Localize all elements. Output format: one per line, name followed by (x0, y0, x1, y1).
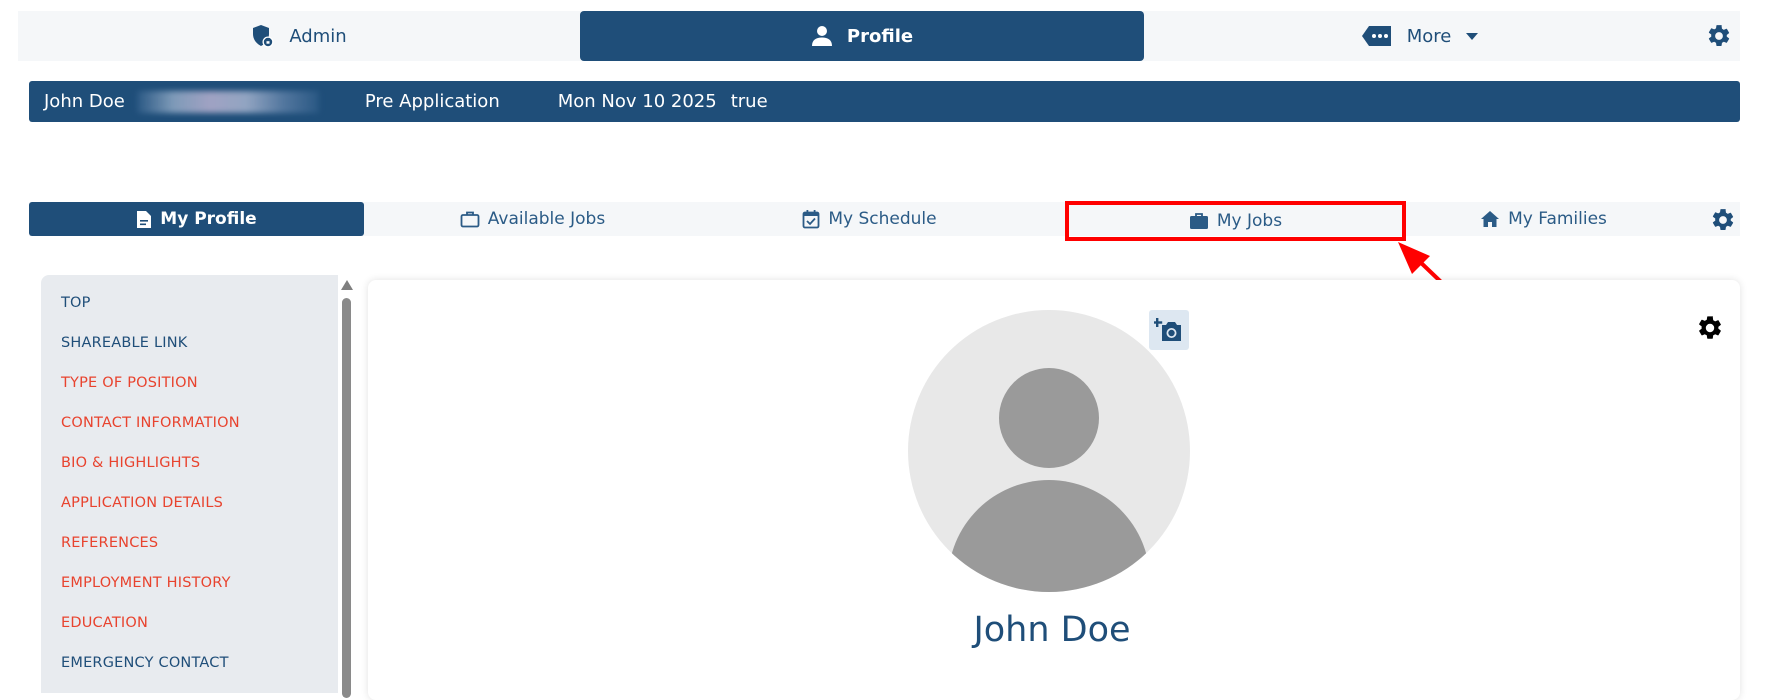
section-link-application-details[interactable]: APPLICATION DETAILS (61, 493, 240, 533)
scroll-up-arrow-icon[interactable] (341, 280, 353, 290)
tab-my-families[interactable]: My Families (1402, 202, 1685, 236)
nav-tab-profile[interactable]: Profile (580, 11, 1144, 61)
nav-tab-more[interactable]: More (1144, 11, 1696, 61)
avatar-head (999, 368, 1099, 468)
avatar-body (948, 480, 1150, 592)
briefcase-outline-icon (460, 211, 480, 228)
tab-my-schedule-label: My Schedule (828, 209, 937, 229)
section-link-references[interactable]: REFERENCES (61, 533, 240, 573)
tab-available-jobs-label: Available Jobs (487, 209, 606, 229)
section-link-employment-history[interactable]: EMPLOYMENT HISTORY (61, 573, 240, 613)
section-list: TOP SHAREABLE LINK TYPE OF POSITION CONT… (61, 293, 240, 693)
section-link-top[interactable]: TOP (61, 293, 240, 333)
section-link-shareable-link[interactable]: SHAREABLE LINK (61, 333, 240, 373)
add-photo-icon (1154, 318, 1181, 341)
section-link-education[interactable]: EDUCATION (61, 613, 240, 653)
nav-tab-admin[interactable]: Admin (18, 11, 580, 61)
section-link-emergency-contact[interactable]: EMERGENCY CONTACT (61, 653, 240, 693)
profile-card: John Doe (368, 280, 1740, 700)
applicant-name: John Doe (44, 91, 125, 112)
applicant-info-bar: John Doe Pre Application Mon Nov 10 2025… (29, 81, 1740, 122)
document-icon (137, 210, 152, 228)
house-icon (1481, 211, 1500, 227)
sidebar-scrollbar[interactable] (340, 278, 354, 698)
application-stage: Pre Application (364, 91, 500, 112)
briefcase-icon (1189, 213, 1208, 229)
upload-photo-button[interactable] (1149, 310, 1189, 350)
shield-icon (253, 25, 274, 48)
profile-sub-navigation: My Profile Available Jobs My Schedule My… (29, 201, 1740, 241)
application-date: Mon Nov 10 2025 (557, 91, 717, 112)
tab-my-schedule[interactable]: My Schedule (701, 202, 1038, 236)
top-navigation: Admin Profile More (18, 11, 1740, 61)
tab-my-profile[interactable]: My Profile (29, 202, 364, 236)
tab-my-profile-label: My Profile (160, 209, 257, 229)
tab-my-families-label: My Families (1508, 209, 1607, 229)
section-link-contact-information[interactable]: CONTACT INFORMATION (61, 413, 240, 453)
tab-my-jobs-label: My Jobs (1216, 211, 1283, 231)
caret-down-icon (1466, 33, 1479, 40)
profile-name: John Doe (973, 610, 1131, 650)
section-link-type-of-position[interactable]: TYPE OF POSITION (61, 373, 240, 413)
tab-my-jobs[interactable]: My Jobs (1065, 201, 1406, 241)
nav-tab-more-label: More (1406, 25, 1452, 47)
redacted-field (136, 90, 319, 113)
gear-icon[interactable] (1696, 314, 1724, 342)
nav-tab-profile-label: Profile (846, 25, 914, 47)
scrollbar-thumb[interactable] (342, 298, 351, 698)
avatar (908, 310, 1190, 592)
tag-icon (1361, 26, 1391, 46)
tab-available-jobs[interactable]: Available Jobs (364, 202, 701, 236)
gear-icon[interactable] (1710, 207, 1736, 233)
person-icon (811, 26, 832, 46)
calendar-check-icon (802, 210, 820, 229)
section-sidebar: TOP SHAREABLE LINK TYPE OF POSITION CONT… (41, 275, 338, 693)
status-flag: true (730, 91, 768, 112)
section-link-bio-highlights[interactable]: BIO & HIGHLIGHTS (61, 453, 240, 493)
gear-icon[interactable] (1706, 23, 1732, 49)
nav-tab-admin-label: Admin (289, 25, 347, 47)
